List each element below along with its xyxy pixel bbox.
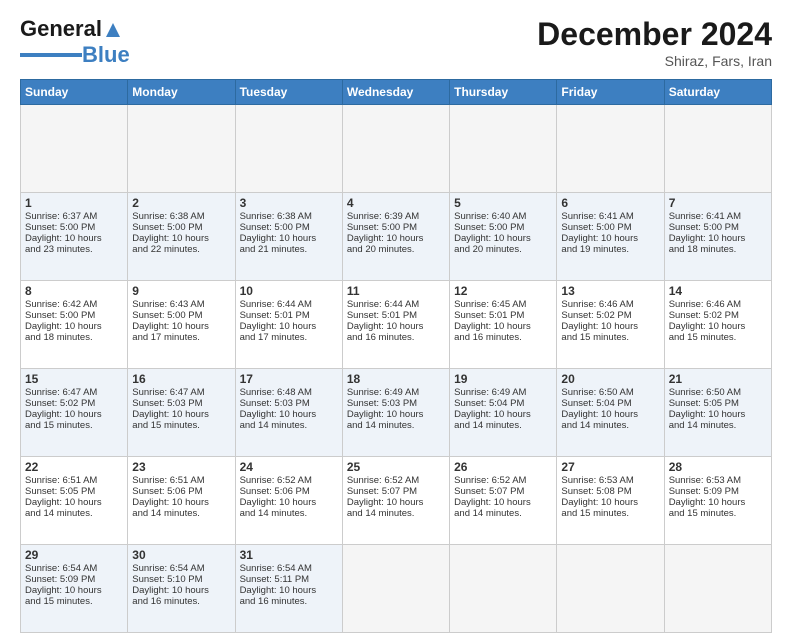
day-10: 10 Sunrise: 6:44 AMSunset: 5:01 PMDaylig… [235, 281, 342, 369]
empty-cell [342, 105, 449, 193]
empty-cell [664, 105, 771, 193]
col-tuesday: Tuesday [235, 80, 342, 105]
day-11: 11 Sunrise: 6:44 AMSunset: 5:01 PMDaylig… [342, 281, 449, 369]
empty-cell [21, 105, 128, 193]
week-row-2: 1 Sunrise: 6:37 AMSunset: 5:00 PMDayligh… [21, 193, 772, 281]
calendar-header-row: Sunday Monday Tuesday Wednesday Thursday… [21, 80, 772, 105]
day-21: 21 Sunrise: 6:50 AMSunset: 5:05 PMDaylig… [664, 369, 771, 457]
col-thursday: Thursday [450, 80, 557, 105]
week-row-3: 8 Sunrise: 6:42 AMSunset: 5:00 PMDayligh… [21, 281, 772, 369]
month-title: December 2024 [537, 16, 772, 53]
page: General Blue December 2024 Shiraz, Fars,… [0, 0, 792, 612]
week-row-4: 15 Sunrise: 6:47 AMSunset: 5:02 PMDaylig… [21, 369, 772, 457]
day-13: 13 Sunrise: 6:46 AMSunset: 5:02 PMDaylig… [557, 281, 664, 369]
day-14: 14 Sunrise: 6:46 AMSunset: 5:02 PMDaylig… [664, 281, 771, 369]
header: General Blue December 2024 Shiraz, Fars,… [20, 16, 772, 69]
logo-general: General [20, 16, 102, 42]
week-row-5: 22 Sunrise: 6:51 AMSunset: 5:05 PMDaylig… [21, 457, 772, 545]
day-28: 28 Sunrise: 6:53 AMSunset: 5:09 PMDaylig… [664, 457, 771, 545]
day-1: 1 Sunrise: 6:37 AMSunset: 5:00 PMDayligh… [21, 193, 128, 281]
day-23: 23 Sunrise: 6:51 AMSunset: 5:06 PMDaylig… [128, 457, 235, 545]
empty-cell [342, 545, 449, 633]
day-29: 29 Sunrise: 6:54 AMSunset: 5:09 PMDaylig… [21, 545, 128, 633]
empty-cell [557, 545, 664, 633]
week-row-1 [21, 105, 772, 193]
location: Shiraz, Fars, Iran [537, 53, 772, 69]
day-27: 27 Sunrise: 6:53 AMSunset: 5:08 PMDaylig… [557, 457, 664, 545]
empty-cell [235, 105, 342, 193]
col-wednesday: Wednesday [342, 80, 449, 105]
day-20: 20 Sunrise: 6:50 AMSunset: 5:04 PMDaylig… [557, 369, 664, 457]
week-row-6: 29 Sunrise: 6:54 AMSunset: 5:09 PMDaylig… [21, 545, 772, 633]
logo-arrow-icon [104, 19, 122, 39]
day-26: 26 Sunrise: 6:52 AMSunset: 5:07 PMDaylig… [450, 457, 557, 545]
col-sunday: Sunday [21, 80, 128, 105]
title-block: December 2024 Shiraz, Fars, Iran [537, 16, 772, 69]
day-31: 31 Sunrise: 6:54 AMSunset: 5:11 PMDaylig… [235, 545, 342, 633]
empty-cell [557, 105, 664, 193]
col-monday: Monday [128, 80, 235, 105]
day-30: 30 Sunrise: 6:54 AMSunset: 5:10 PMDaylig… [128, 545, 235, 633]
logo: General Blue [20, 16, 130, 68]
day-19: 19 Sunrise: 6:49 AMSunset: 5:04 PMDaylig… [450, 369, 557, 457]
day-3: 3 Sunrise: 6:38 AMSunset: 5:00 PMDayligh… [235, 193, 342, 281]
day-16: 16 Sunrise: 6:47 AMSunset: 5:03 PMDaylig… [128, 369, 235, 457]
day-12: 12 Sunrise: 6:45 AMSunset: 5:01 PMDaylig… [450, 281, 557, 369]
col-friday: Friday [557, 80, 664, 105]
day-9: 9 Sunrise: 6:43 AMSunset: 5:00 PMDayligh… [128, 281, 235, 369]
day-6: 6 Sunrise: 6:41 AMSunset: 5:00 PMDayligh… [557, 193, 664, 281]
col-saturday: Saturday [664, 80, 771, 105]
day-18: 18 Sunrise: 6:49 AMSunset: 5:03 PMDaylig… [342, 369, 449, 457]
empty-cell [450, 105, 557, 193]
day-4: 4 Sunrise: 6:39 AMSunset: 5:00 PMDayligh… [342, 193, 449, 281]
empty-cell [128, 105, 235, 193]
calendar-table: Sunday Monday Tuesday Wednesday Thursday… [20, 79, 772, 633]
empty-cell [450, 545, 557, 633]
day-2: 2 Sunrise: 6:38 AMSunset: 5:00 PMDayligh… [128, 193, 235, 281]
day-8: 8 Sunrise: 6:42 AMSunset: 5:00 PMDayligh… [21, 281, 128, 369]
day-25: 25 Sunrise: 6:52 AMSunset: 5:07 PMDaylig… [342, 457, 449, 545]
day-5: 5 Sunrise: 6:40 AMSunset: 5:00 PMDayligh… [450, 193, 557, 281]
empty-cell [664, 545, 771, 633]
day-7: 7 Sunrise: 6:41 AMSunset: 5:00 PMDayligh… [664, 193, 771, 281]
logo-blue: Blue [82, 42, 130, 68]
day-17: 17 Sunrise: 6:48 AMSunset: 5:03 PMDaylig… [235, 369, 342, 457]
day-24: 24 Sunrise: 6:52 AMSunset: 5:06 PMDaylig… [235, 457, 342, 545]
day-15: 15 Sunrise: 6:47 AMSunset: 5:02 PMDaylig… [21, 369, 128, 457]
day-22: 22 Sunrise: 6:51 AMSunset: 5:05 PMDaylig… [21, 457, 128, 545]
